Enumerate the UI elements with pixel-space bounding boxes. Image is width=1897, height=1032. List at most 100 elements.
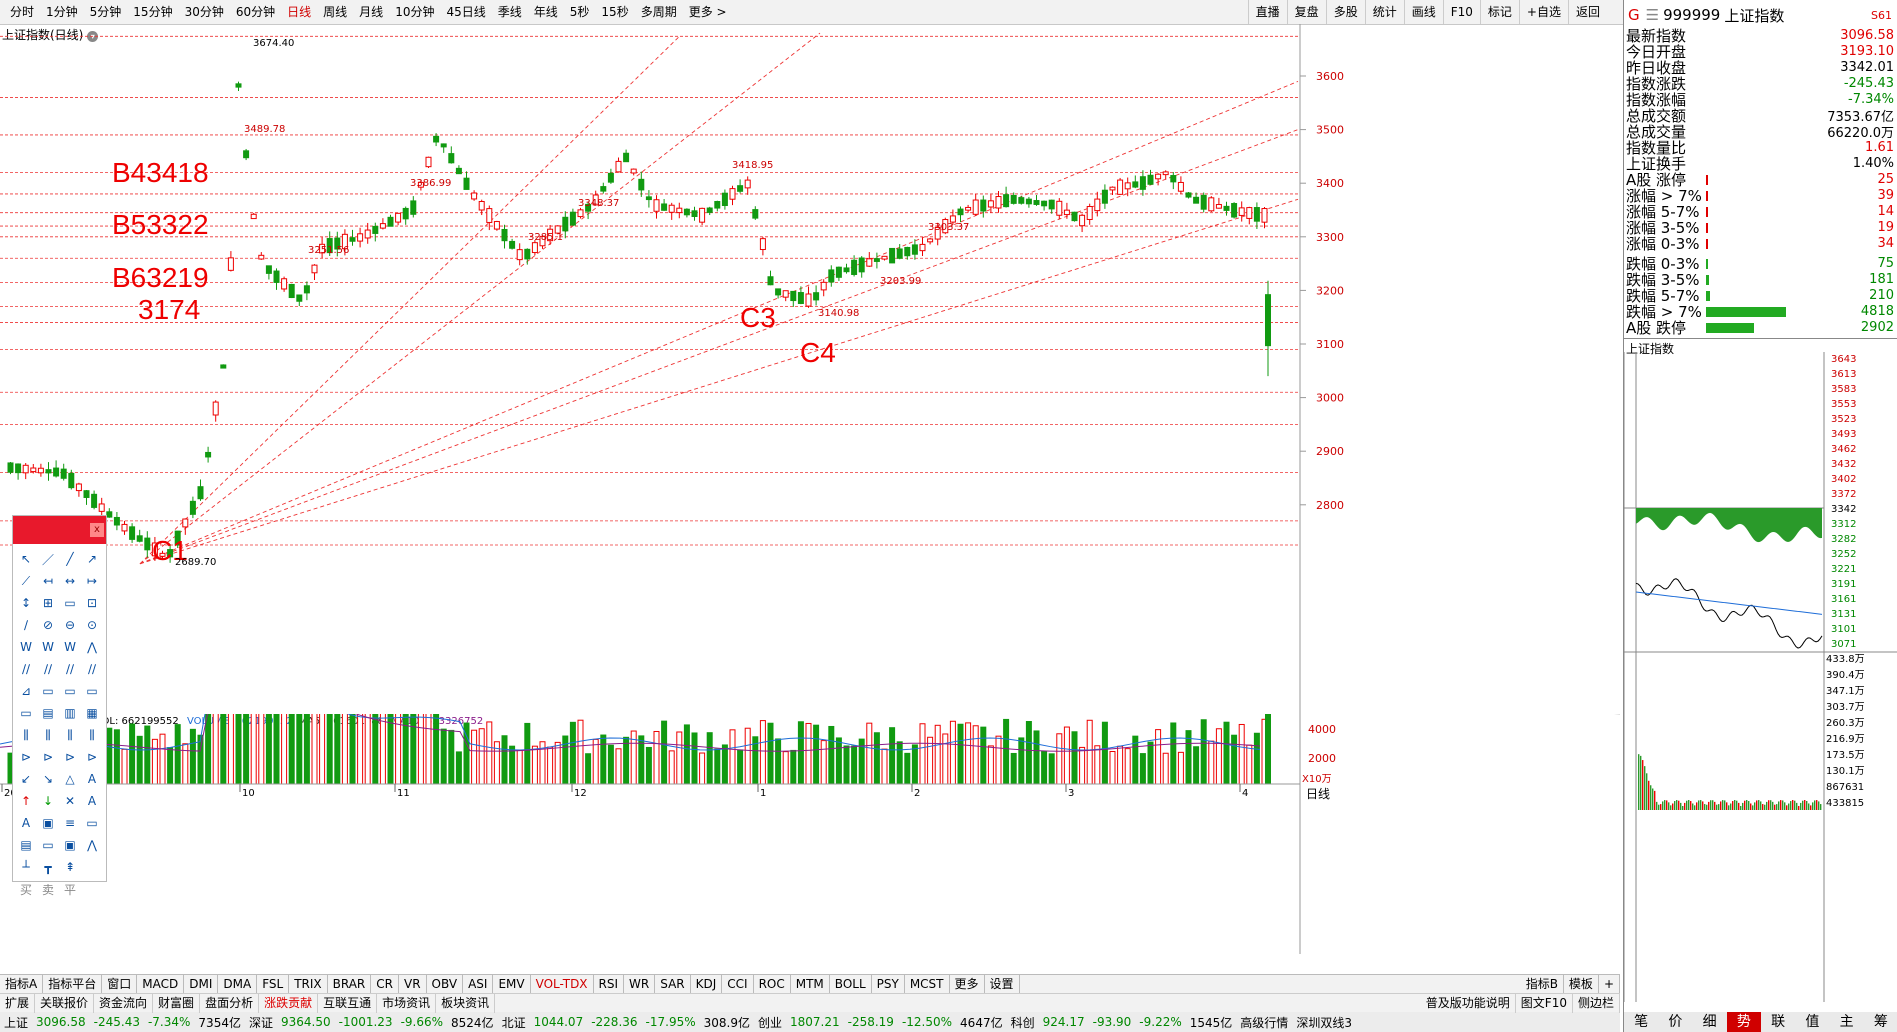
period-tab[interactable]: 10分钟 (389, 0, 440, 24)
period-tab[interactable]: 月线 (353, 0, 389, 24)
indicator-tab[interactable]: EMV (493, 975, 531, 993)
indicator-tab[interactable]: 设置 (985, 975, 1020, 993)
draw-tool-icon[interactable]: ⫼ (37, 724, 59, 746)
draw-tool-icon[interactable]: 卖 (37, 878, 59, 900)
detail-tab[interactable]: 价 (1658, 1012, 1692, 1032)
indicator-right-tab[interactable]: 指标B (1521, 975, 1564, 993)
draw-tool-icon[interactable]: ⊳ (15, 746, 37, 768)
draw-tool-icon[interactable]: ∕∕ (15, 658, 37, 680)
sub-tab[interactable]: 涨跌贡献 (259, 993, 319, 1013)
draw-tool-icon[interactable]: ⊘ (37, 614, 59, 636)
indicator-tab[interactable]: 窗口 (102, 975, 138, 993)
draw-tool-icon[interactable]: ⇞ (59, 856, 81, 878)
period-tab[interactable]: 15秒 (595, 0, 634, 24)
draw-tool-icon[interactable]: ▤ (37, 702, 59, 724)
draw-tool-icon[interactable]: 平 (59, 878, 81, 900)
indicator-tab[interactable]: CCI (722, 975, 754, 993)
draw-tool-icon[interactable]: ⊞ (37, 592, 59, 614)
indicator-tab[interactable]: 指标A (0, 975, 44, 993)
draw-tool-icon[interactable]: ⊳ (37, 746, 59, 768)
draw-tool-icon[interactable]: ▣ (59, 834, 81, 856)
indicator-tab[interactable]: DMA (218, 975, 258, 993)
draw-tool-icon[interactable]: ↑ (15, 790, 37, 812)
draw-tool-icon[interactable]: ⊖ (59, 614, 81, 636)
chart-tool-button[interactable]: 画线 (1403, 0, 1443, 24)
indicator-right-tab[interactable]: + (1599, 975, 1620, 993)
draw-tool-icon[interactable]: ▭ (81, 812, 103, 834)
draw-tool-icon[interactable]: ▥ (59, 702, 81, 724)
detail-tab[interactable]: 势 (1726, 1012, 1761, 1032)
indicator-tab[interactable]: RSI (594, 975, 625, 993)
draw-tool-icon[interactable]: ∕∕ (81, 658, 103, 680)
draw-tool-icon[interactable]: ⊳ (81, 746, 103, 768)
draw-tool-icon[interactable]: ┳ (37, 856, 59, 878)
indicator-tab[interactable]: SAR (655, 975, 691, 993)
indicator-tab[interactable]: ROC (754, 975, 791, 993)
indicator-tab[interactable]: FSL (257, 975, 290, 993)
chart-tool-button[interactable]: 复盘 (1286, 0, 1326, 24)
detail-tab[interactable]: 筹 (1864, 1012, 1897, 1032)
period-tab[interactable]: 5分钟 (84, 0, 128, 24)
indicator-tab[interactable]: TRIX (289, 975, 328, 993)
close-icon[interactable]: x (90, 523, 104, 537)
indicator-tab[interactable]: VOL-TDX (531, 975, 594, 993)
chart-tool-button[interactable]: 统计 (1364, 0, 1404, 24)
sub-tab[interactable]: 市场资讯 (377, 993, 437, 1013)
toolbox-header[interactable]: x (13, 516, 106, 544)
draw-tool-icon[interactable]: ↗ (81, 548, 103, 570)
draw-tool-icon[interactable]: ／ (37, 548, 59, 570)
detail-tab[interactable]: 主 (1830, 1012, 1864, 1032)
draw-tool-icon[interactable]: ▭ (59, 680, 81, 702)
indicator-tab[interactable]: WR (624, 975, 656, 993)
draw-tool-icon[interactable]: W (37, 636, 59, 658)
draw-tool-icon[interactable]: A (15, 812, 37, 834)
draw-tool-icon[interactable]: W (59, 636, 81, 658)
draw-tool-icon[interactable]: ↔ (59, 570, 81, 592)
chart-tool-button[interactable]: 直播 (1247, 0, 1287, 24)
period-tab[interactable]: 1分钟 (40, 0, 84, 24)
draw-tool-icon[interactable]: ≡ (59, 812, 81, 834)
indicator-tab[interactable]: VR (399, 975, 427, 993)
period-tab[interactable]: 多周期 (635, 0, 683, 24)
draw-tool-icon[interactable] (81, 856, 103, 878)
sub-tab[interactable]: 盘面分析 (200, 993, 260, 1013)
draw-tool-icon[interactable]: ⊿ (15, 680, 37, 702)
indicator-tab[interactable]: MACD (137, 975, 185, 993)
draw-tool-icon[interactable]: ↕ (15, 592, 37, 614)
draw-tool-icon[interactable]: ↘ (37, 768, 59, 790)
period-tab[interactable]: 分时 (4, 0, 40, 24)
period-tab[interactable]: 年线 (528, 0, 564, 24)
draw-tool-icon[interactable]: ⊡ (81, 592, 103, 614)
sub-tab[interactable]: 财富圈 (153, 993, 201, 1013)
period-tab[interactable]: 更多 > (683, 0, 733, 24)
draw-tool-icon[interactable]: ∕∕ (37, 658, 59, 680)
period-tab[interactable]: 日线 (281, 0, 317, 24)
indicator-right-tab[interactable]: 模板 (1564, 975, 1599, 993)
draw-tool-icon[interactable]: ▭ (15, 702, 37, 724)
period-tab[interactable]: 15分钟 (127, 0, 178, 24)
chart-tool-button[interactable]: 标记 (1479, 0, 1519, 24)
period-tab[interactable]: 45日线 (440, 0, 491, 24)
intraday-mini-chart[interactable]: 3643 3613 3583 3553 3523 3493 3462 3432 3402 3372… (1624, 352, 1897, 1012)
chart-tool-button[interactable]: +自选 (1518, 0, 1568, 24)
draw-tool-icon[interactable]: ▭ (59, 592, 81, 614)
chart-tool-button[interactable]: F10 (1442, 0, 1480, 24)
indicator-tab[interactable]: 更多 (950, 975, 985, 993)
draw-tool-icon[interactable]: ⫼ (59, 724, 81, 746)
draw-tool-icon[interactable]: ↤ (37, 570, 59, 592)
draw-tool-icon[interactable]: ▭ (37, 834, 59, 856)
draw-tool-icon[interactable]: ▤ (15, 834, 37, 856)
sub-tab[interactable]: 互联互通 (318, 993, 378, 1013)
period-tab[interactable]: 5秒 (564, 0, 596, 24)
draw-tool-icon[interactable]: ⫼ (81, 724, 103, 746)
draw-tool-icon[interactable]: A (81, 768, 103, 790)
volume-chart[interactable]: VVOL: 662199552VOLUME: 662199552MA5: 461… (0, 714, 1620, 954)
indicator-tab[interactable]: KDJ (691, 975, 723, 993)
draw-tool-icon[interactable] (81, 878, 103, 900)
indicator-tab[interactable]: CR (371, 975, 399, 993)
draw-tool-icon[interactable]: ▭ (37, 680, 59, 702)
draw-tool-icon[interactable]: ✕ (59, 790, 81, 812)
indicator-tab[interactable]: DMI (184, 975, 219, 993)
detail-tab[interactable]: 笔 (1624, 1012, 1658, 1032)
draw-tool-icon[interactable]: ▣ (37, 812, 59, 834)
